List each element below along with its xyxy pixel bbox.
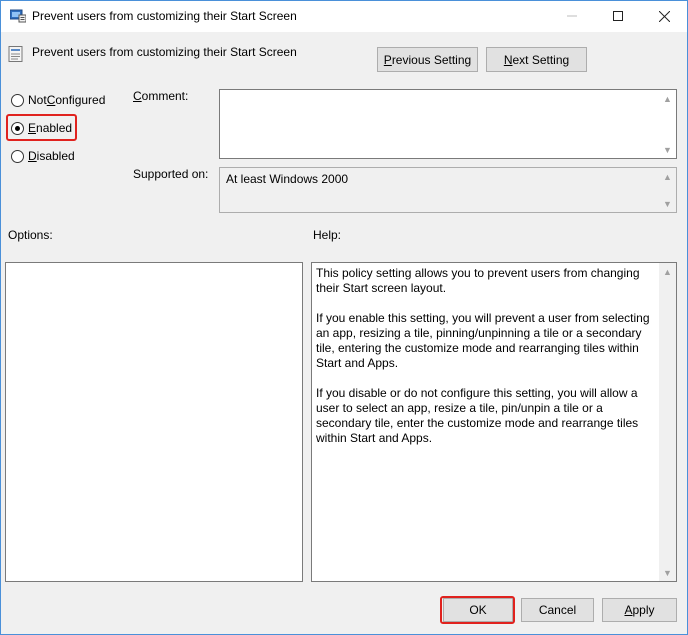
help-scrollbar[interactable]: ▲ ▼ <box>659 263 676 581</box>
apply-label-post: pply <box>632 603 655 617</box>
comment-scrollbar[interactable]: ▲ ▼ <box>659 90 676 158</box>
radio-not-configured[interactable]: Not Configured <box>11 93 105 107</box>
options-panel <box>5 262 303 582</box>
radio-enabled[interactable]: Enabled <box>11 121 72 135</box>
radio-disabled-accesskey: D <box>28 149 37 163</box>
help-paragraph: This policy setting allows you to preven… <box>316 266 640 295</box>
window-title: Prevent users from customizing their Sta… <box>32 9 297 23</box>
previous-setting-label-post: revious Setting <box>391 52 472 67</box>
minimize-icon <box>567 15 577 17</box>
options-label: Options: <box>8 228 53 242</box>
previous-setting-label-accesskey: P <box>383 52 392 67</box>
comment-label-accesskey: C <box>133 89 142 103</box>
maximize-icon <box>613 11 623 21</box>
close-icon <box>658 10 670 22</box>
help-panel[interactable]: This policy setting allows you to preven… <box>311 262 677 582</box>
help-paragraph: If you disable or do not configure this … <box>316 386 639 445</box>
cancel-button[interactable]: Cancel <box>521 598 594 622</box>
policy-title: Prevent users from customizing their Sta… <box>32 45 297 59</box>
supported-on-field: At least Windows 2000 ▲ ▼ <box>219 167 677 213</box>
radio-disabled-circle[interactable] <box>11 149 24 163</box>
cancel-label: Cancel <box>538 603 577 617</box>
next-setting-label-accesskey: N <box>503 52 513 67</box>
next-setting-button[interactable]: Next Setting <box>486 47 587 72</box>
ok-label: OK <box>469 603 487 617</box>
group-policy-icon <box>9 9 27 23</box>
scroll-down-icon[interactable]: ▼ <box>659 195 676 212</box>
apply-button[interactable]: Apply <box>602 598 677 622</box>
radio-not-configured-label-pre: Not <box>28 93 47 107</box>
radio-not-configured-label-post: onfigured <box>55 93 106 107</box>
next-setting-label-post: ext Setting <box>512 52 570 67</box>
radio-enabled-label-post: nabled <box>36 121 73 135</box>
radio-not-configured-accesskey: C <box>46 93 56 107</box>
comment-field[interactable]: ▲ ▼ <box>219 89 677 159</box>
help-label: Help: <box>313 228 342 242</box>
apply-label-accesskey: A <box>624 603 633 617</box>
scroll-down-icon[interactable]: ▼ <box>659 141 676 158</box>
policy-dialog-window: Prevent users from customizing their Sta… <box>0 0 688 635</box>
close-button[interactable] <box>641 1 687 31</box>
scroll-up-icon[interactable]: ▲ <box>659 168 676 185</box>
comment-label: Comment: <box>133 89 188 103</box>
comment-label-post: omment: <box>141 89 189 103</box>
policy-setting-icon <box>8 46 24 62</box>
maximize-button[interactable] <box>595 1 641 31</box>
previous-setting-button[interactable]: Previous Setting <box>377 47 478 72</box>
radio-not-configured-circle[interactable] <box>11 93 24 107</box>
title-bar[interactable]: Prevent users from customizing their Sta… <box>1 1 687 32</box>
scroll-up-icon[interactable]: ▲ <box>659 263 676 280</box>
radio-enabled-accesskey: E <box>28 121 37 135</box>
supported-on-value: At least Windows 2000 <box>226 172 349 186</box>
minimize-button[interactable] <box>549 1 595 31</box>
supported-on-scrollbar[interactable]: ▲ ▼ <box>659 168 676 212</box>
scroll-down-icon[interactable]: ▼ <box>659 564 676 581</box>
help-paragraph: If you enable this setting, you will pre… <box>316 311 650 370</box>
help-text: This policy setting allows you to preven… <box>316 266 656 461</box>
radio-enabled-circle[interactable] <box>11 121 24 135</box>
radio-disabled[interactable]: Disabled <box>11 149 75 163</box>
ok-button[interactable]: OK <box>443 598 513 622</box>
scroll-up-icon[interactable]: ▲ <box>659 90 676 107</box>
radio-disabled-label-post: isabled <box>36 149 75 163</box>
supported-on-label: Supported on: <box>133 167 209 181</box>
